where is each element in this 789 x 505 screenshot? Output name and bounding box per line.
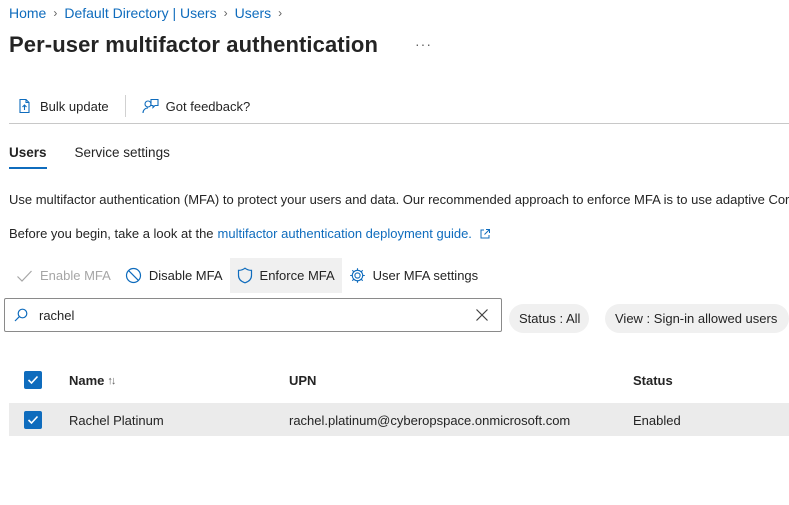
view-filter-label: View : Sign-in allowed users: [615, 311, 778, 326]
more-options-button[interactable]: ···: [415, 36, 432, 52]
external-link-icon: [480, 228, 490, 238]
toolbar-separator: [9, 123, 789, 124]
disable-mfa-button[interactable]: Disable MFA: [118, 258, 230, 293]
mfa-actions: Enable MFA Disable MFA Enforce MFA User …: [9, 258, 485, 293]
bulk-update-icon: [19, 98, 30, 114]
command-bar: Bulk update Got feedback?: [9, 92, 258, 120]
toolbar-divider: [124, 95, 126, 117]
block-icon: [125, 267, 141, 284]
status-filter-button[interactable]: Status : All: [509, 304, 589, 333]
view-filter-button[interactable]: View : Sign-in allowed users: [605, 304, 789, 333]
breadcrumb-directory-users[interactable]: Default Directory | Users: [64, 5, 216, 21]
gear-icon: [349, 268, 365, 283]
shield-icon: [237, 267, 252, 284]
select-all-checkbox[interactable]: [24, 371, 42, 389]
cell-status: Enabled: [633, 413, 681, 428]
tab-service-settings[interactable]: Service settings: [75, 145, 170, 169]
status-filter-label: Status : All: [519, 311, 581, 326]
column-header-name[interactable]: Name ↑↓: [69, 373, 116, 388]
disable-mfa-label: Disable MFA: [148, 268, 223, 283]
column-header-status[interactable]: Status: [633, 373, 673, 388]
user-mfa-settings-button[interactable]: User MFA settings: [342, 258, 485, 293]
checkmark-icon: [27, 375, 39, 385]
column-header-upn[interactable]: UPN: [289, 373, 316, 388]
chevron-right-icon: ›: [278, 6, 283, 20]
breadcrumb-home[interactable]: Home: [9, 5, 46, 21]
tab-list: Users Service settings: [9, 145, 198, 169]
cell-upn: rachel.platinum@cyberopspace.onmicrosoft…: [289, 413, 571, 428]
user-mfa-settings-label: User MFA settings: [372, 268, 479, 283]
search-input[interactable]: [37, 306, 461, 324]
search-icon: [14, 308, 28, 322]
column-header-name-label: Name: [69, 373, 105, 388]
search-box: [4, 298, 502, 332]
feedback-icon: [142, 98, 159, 114]
chevron-right-icon: ›: [223, 6, 228, 20]
enforce-mfa-label: Enforce MFA: [259, 268, 335, 283]
mfa-description: Use multifactor authentication (MFA) to …: [9, 192, 789, 207]
feedback-button[interactable]: Got feedback?: [134, 92, 259, 120]
clear-search-icon[interactable]: [475, 308, 489, 322]
row-checkbox[interactable]: [24, 411, 42, 429]
chevron-right-icon: ›: [53, 6, 58, 20]
cell-name: Rachel Platinum: [69, 413, 164, 428]
checkmark-icon: [27, 415, 39, 425]
enforce-mfa-button[interactable]: Enforce MFA: [229, 258, 342, 293]
sort-icon: ↑↓: [107, 374, 116, 387]
deployment-guide-text: Before you begin, take a look at the mul…: [9, 226, 491, 241]
bulk-update-button[interactable]: Bulk update: [9, 92, 117, 120]
checkmark-icon: [17, 270, 32, 282]
breadcrumb: Home › Default Directory | Users › Users…: [9, 5, 289, 21]
enable-mfa-button[interactable]: Enable MFA: [9, 258, 118, 293]
tab-users[interactable]: Users: [9, 145, 47, 169]
feedback-label: Got feedback?: [165, 98, 251, 114]
deployment-guide-prefix: Before you begin, take a look at the: [9, 226, 214, 241]
deployment-guide-link[interactable]: multifactor authentication deployment gu…: [218, 226, 472, 241]
bulk-update-label: Bulk update: [40, 98, 109, 114]
breadcrumb-users[interactable]: Users: [235, 5, 272, 21]
enable-mfa-label: Enable MFA: [40, 268, 111, 283]
page-title: Per-user multifactor authentication: [9, 32, 379, 57]
